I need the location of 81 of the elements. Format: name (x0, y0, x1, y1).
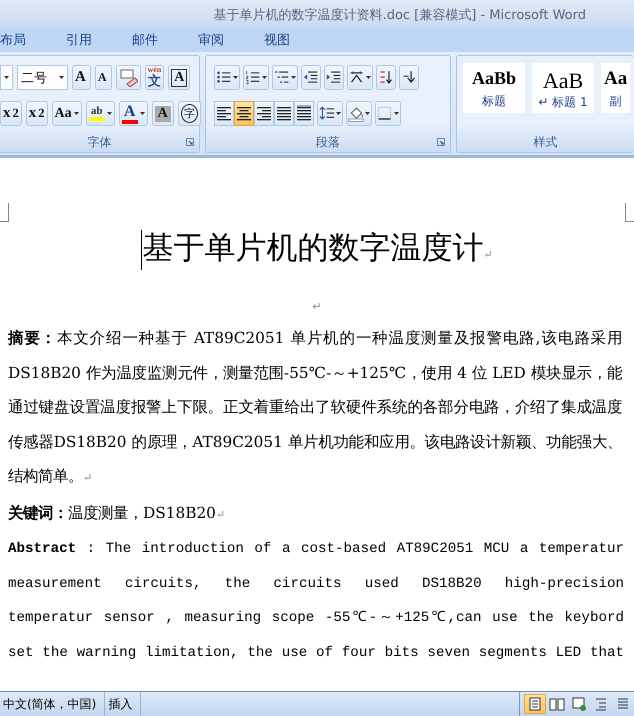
dropdown-arrow-icon (365, 112, 370, 115)
ribbon-tab[interactable]: 布局 (0, 31, 26, 49)
style-gallery-item[interactable]: AaB ↵ 标题 1 (532, 63, 594, 113)
dropdown-arrow-icon (394, 112, 399, 115)
dropdown-arrow-icon (4, 76, 9, 79)
text-layout-button[interactable] (347, 65, 373, 90)
ribbon-tab[interactable]: 引用 (66, 31, 92, 49)
dropdown-arrow-icon (59, 76, 64, 79)
font-color-button[interactable]: A (118, 101, 148, 126)
phonetic-guide-button[interactable]: wén 文 (144, 65, 164, 90)
group-label: 样式 (534, 134, 558, 150)
dropdown-arrow-icon (233, 76, 238, 79)
decrease-indent-button[interactable] (301, 65, 321, 90)
crop-mark (0, 203, 9, 222)
dropdown-arrow-icon (262, 76, 267, 79)
align-left-icon (216, 105, 232, 122)
style-gallery-item[interactable]: Aa 副 (601, 63, 630, 113)
print-view-button[interactable] (524, 694, 546, 714)
paragraph-marks-icon (401, 69, 417, 86)
paint-bucket-button[interactable] (346, 101, 372, 126)
page-lines-icon (527, 696, 543, 712)
paint-bucket-icon (348, 105, 364, 122)
align-right-icon (256, 105, 272, 122)
body-paragraph: Abstract : The introduction of a cost-based AT89C2051 MCU a temperatur measurement circuits, the circuits used DS18B20 high-precision temperatur sensor , measuring scope -55℃-～+125℃,can use the keybord set the warning limitation, the use of four bits seven segments LED that (7, 540, 625, 662)
page-lines-icon (593, 696, 609, 712)
clear-formatting-button[interactable] (116, 65, 141, 90)
ribbon-tab[interactable]: 视图 (264, 31, 290, 49)
align-left-button[interactable] (214, 101, 234, 126)
change-case-button[interactable]: Aa (52, 101, 82, 126)
paragraph-marks-button[interactable] (399, 65, 419, 90)
multilevel-list-icon (274, 69, 290, 86)
style-gallery-item[interactable]: AaBb 标题 (463, 63, 525, 113)
document-title: 基于单片机的数字温度计↵ (0, 226, 634, 277)
highlight-button[interactable]: ab (86, 101, 115, 126)
dropdown-arrow-icon (336, 112, 341, 115)
group-label: 段落 (316, 134, 340, 150)
dropdown-arrow-icon (74, 112, 79, 115)
font-name-field[interactable] (0, 65, 13, 90)
character-shading-button[interactable]: A (152, 101, 174, 126)
globe-page-icon (571, 696, 587, 712)
line-spacing-icon (319, 105, 335, 122)
font-size-field[interactable]: 二号 (17, 65, 68, 90)
eraser-icon (118, 68, 138, 87)
dropdown-arrow-icon (291, 76, 296, 79)
group-label: 字体 (88, 134, 112, 150)
align-justify-button[interactable] (274, 101, 294, 126)
dropdown-arrow-icon (366, 76, 371, 79)
ribbon-tab[interactable]: 邮件 (132, 31, 158, 49)
dialog-launcher-icon[interactable] (437, 138, 445, 146)
align-distribute-icon (296, 105, 312, 122)
increase-indent-button[interactable] (324, 65, 344, 90)
bullet-list-button[interactable] (214, 65, 240, 90)
dialog-launcher-icon[interactable] (186, 138, 194, 146)
numbered-list-button[interactable] (243, 65, 269, 90)
crop-mark (625, 203, 634, 222)
sort-icon (378, 69, 394, 86)
align-center-icon (236, 105, 252, 122)
multilevel-list-button[interactable] (272, 65, 298, 90)
body-paragraph: 关键词：温度测量，DS18B20↵ (6, 502, 226, 524)
book-icon (549, 696, 565, 712)
dropdown-arrow-icon (106, 112, 112, 115)
align-center-button[interactable] (234, 101, 254, 126)
numbered-list-icon (245, 69, 261, 86)
body-paragraph: 摘要：本文介绍一种基于 AT89C2051 单片机的一种温度测量及报警电路,该电路采用 DS18B20 作为温度监测元件，测量范围-55℃-～+125℃，使用 4 位 LED 模块显示，能通过键盘设置温度报警上下限。正文着重给出了软硬件系统的各部分电路，介绍了集成温度传感器DS18B20 的原理，AT89C2051 单片机功能和应用。该电路设计新颖、功能强大、结构简单。↵ (6, 328, 623, 487)
character-border-button[interactable]: A (168, 65, 190, 90)
grow-font-button[interactable]: A (72, 65, 91, 90)
align-distribute-button[interactable] (294, 101, 314, 126)
dropdown-arrow-icon (140, 112, 145, 115)
align-justify-icon (276, 105, 292, 122)
paragraph-mark: ↵ (312, 300, 322, 313)
language-status[interactable]: 中文(简体，中国) (0, 692, 106, 716)
ribbon-tab[interactable]: 审阅 (198, 31, 224, 49)
enclose-character-button[interactable]: 字 (178, 101, 201, 126)
border-icon (377, 105, 393, 122)
shrink-font-button[interactable]: A (94, 65, 112, 90)
line-spacing-button[interactable] (317, 101, 343, 126)
window-title: 基于单片机的数字温度计资料.doc [兼容模式] - Microsoft Word (212, 7, 587, 24)
border-button[interactable] (375, 101, 401, 126)
align-right-button[interactable] (254, 101, 274, 126)
sort-button[interactable] (376, 65, 396, 90)
insert-mode-status[interactable]: 插入 (105, 692, 142, 716)
